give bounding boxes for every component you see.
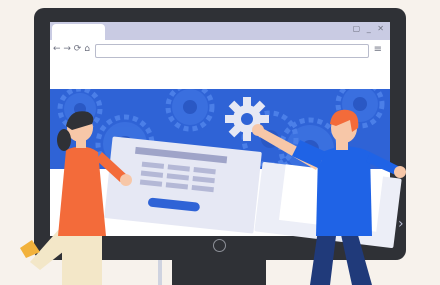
- man-figure: [252, 109, 406, 285]
- illustration: ▢ _ ✕ ← → ⟳ ⌂ ≡ ›: [0, 0, 440, 285]
